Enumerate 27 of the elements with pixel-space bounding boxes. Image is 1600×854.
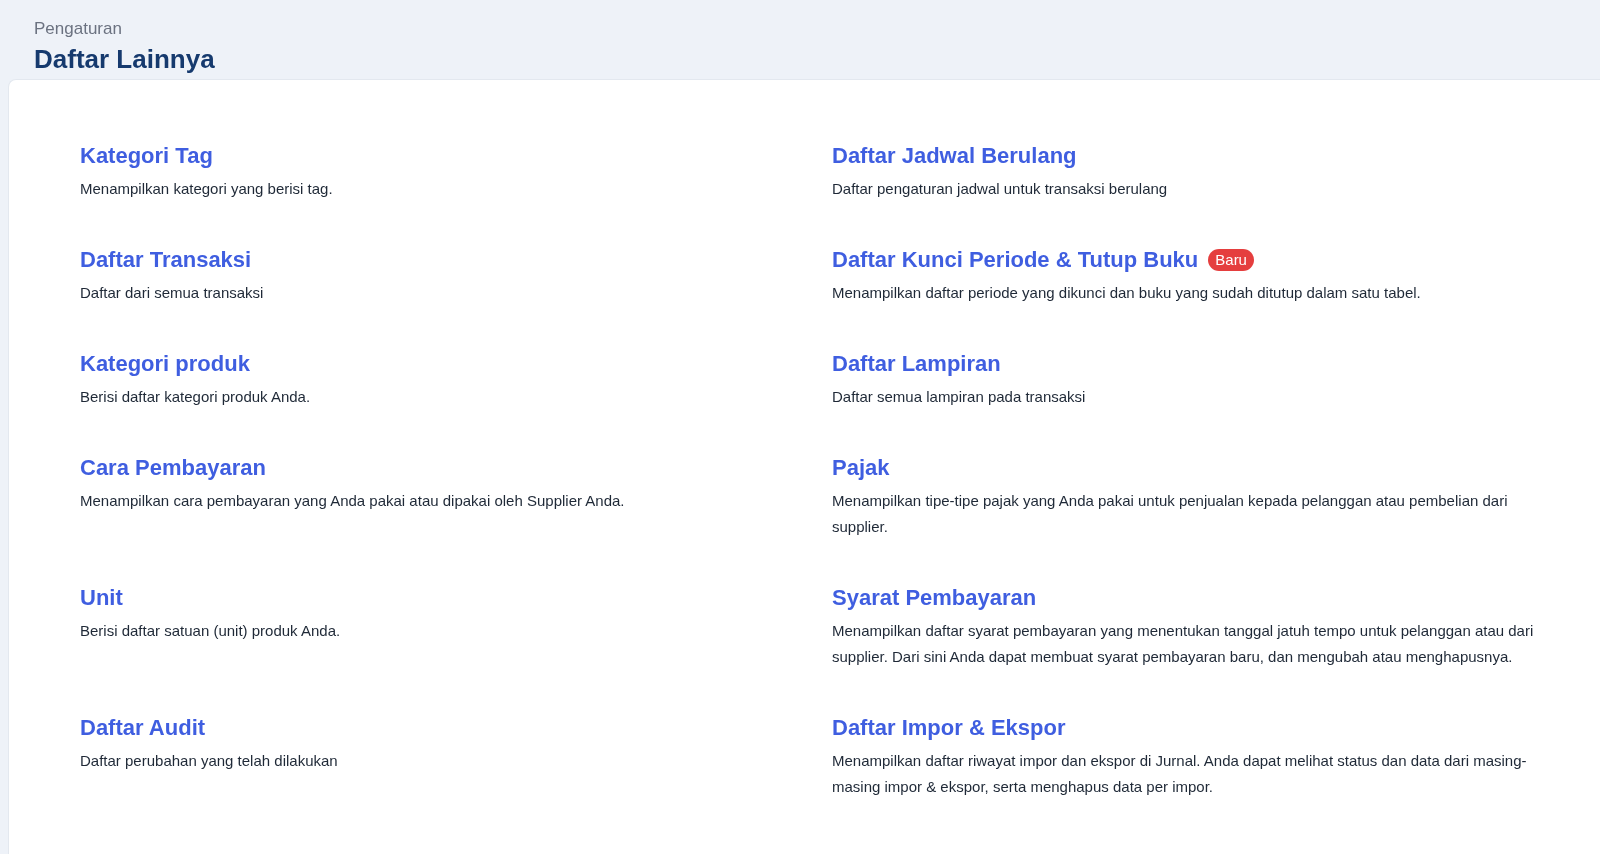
item-description: Daftar pengaturan jadwal untuk transaksi berulang (832, 179, 1169, 199)
item-description: Menampilkan daftar riwayat impor dan ekspor di Jurnal. Anda dapat melihat status dan data dari masing-masing impor & ekspor, serta menghapus data per impor. (832, 751, 1528, 797)
item-description: Menampilkan daftar syarat pembayaran yang menentukan tanggal jatuh tempo untuk pelanggan atau dari supplier. Dari sini Anda dapat membuat syarat pembayaran baru, dan mengubah atau menghapusnya. (832, 621, 1535, 667)
item-description: Daftar perubahan yang telah dilakukan (80, 751, 339, 771)
item-description: Menampilkan cara pembayaran yang Anda pakai atau dipakai oleh Supplier Anda. (80, 491, 626, 511)
settings-link[interactable]: Daftar Audit (80, 715, 206, 741)
item-description: Menampilkan kategori yang berisi tag. (80, 179, 334, 199)
settings-link[interactable]: Kategori Tag (80, 143, 213, 169)
item-description: Menampilkan daftar periode yang dikunci dan buku yang sudah ditutup dalam satu tabel. (832, 283, 1422, 303)
settings-link[interactable]: Daftar Jadwal Berulang (832, 143, 1077, 169)
settings-link[interactable]: Daftar Impor & Ekspor (832, 715, 1066, 741)
settings-link[interactable]: Unit (80, 585, 123, 611)
item-description: Daftar semua lampiran pada transaksi (832, 387, 1087, 407)
settings-link[interactable]: Pajak (832, 455, 890, 481)
item-description: Menampilkan tipe-tipe pajak yang Anda pakai untuk penjualan kepada pelanggan atau pembelian dari supplier. (832, 491, 1509, 537)
settings-link[interactable]: Cara Pembayaran (80, 455, 266, 481)
settings-link[interactable]: Syarat Pembayaran (832, 585, 1037, 611)
item-description: Daftar dari semua transaksi (80, 283, 265, 303)
breadcrumb: Pengaturan (34, 18, 123, 40)
settings-link[interactable]: Daftar Transaksi (80, 247, 252, 273)
item-description: Berisi daftar satuan (unit) produk Anda. (80, 621, 342, 641)
settings-link[interactable]: Daftar Kunci Periode & Tutup Buku (832, 247, 1199, 273)
new-badge: Baru (1208, 249, 1254, 271)
item-description: Berisi daftar kategori produk Anda. (80, 387, 312, 407)
page-title: Daftar Lainnya (34, 43, 216, 76)
settings-link[interactable]: Daftar Lampiran (832, 351, 1001, 377)
settings-link[interactable]: Kategori produk (80, 351, 250, 377)
